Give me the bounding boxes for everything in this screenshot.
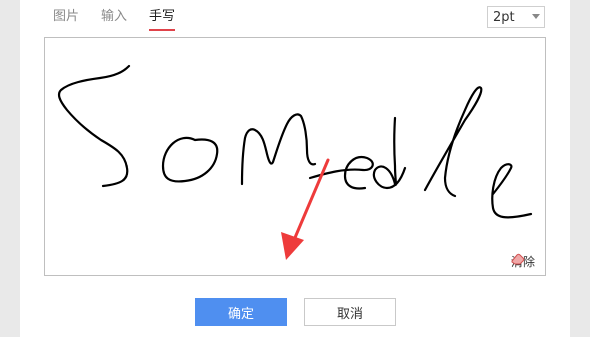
tab-input[interactable]: 输入 (101, 0, 127, 29)
stroke-s (57, 64, 131, 188)
handwriting-strokes (57, 64, 533, 219)
tab-bar: 图片 输入 手写 (53, 0, 197, 31)
stroke-d (372, 116, 407, 190)
stroke-e2 (491, 163, 533, 219)
cancel-button[interactable]: 取消 (304, 298, 396, 326)
handwriting-canvas[interactable]: 清除 (44, 37, 546, 276)
pen-size-select[interactable]: 2pt (487, 6, 545, 28)
stroke-m (240, 113, 317, 186)
tab-handwriting[interactable]: 手写 (149, 0, 176, 31)
handwriting-dialog: 图片 输入 手写 2pt 清除 确定 取消 (20, 0, 570, 337)
tab-image[interactable]: 图片 (53, 0, 79, 29)
clear-button[interactable]: 清除 (511, 253, 535, 270)
stroke-o (161, 136, 219, 183)
eraser-icon (511, 253, 525, 265)
confirm-button[interactable]: 确定 (195, 298, 287, 326)
chevron-down-icon (532, 14, 540, 19)
stroke-l (423, 86, 483, 198)
stroke-e1 (308, 156, 374, 190)
pen-size-value: 2pt (493, 9, 515, 25)
